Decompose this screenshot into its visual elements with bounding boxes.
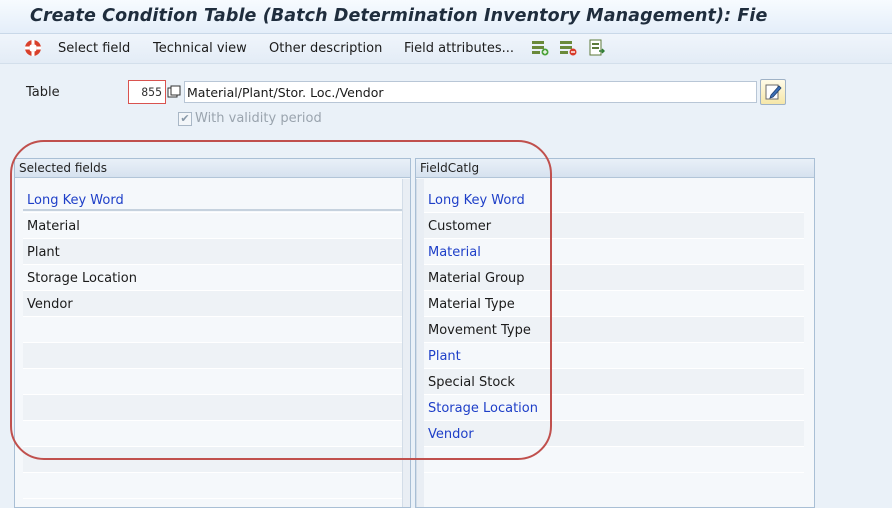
selected-fields-list: Long Key Word Material Plant Storage Loc… — [23, 187, 407, 499]
catalog-row-material-type[interactable]: Material Type — [424, 291, 804, 317]
empty-row — [23, 395, 407, 421]
empty-row — [23, 343, 407, 369]
selected-field-row[interactable]: Storage Location — [23, 265, 407, 291]
field-catalog-column-head: Long Key Word — [424, 187, 804, 213]
insert-row-icon[interactable] — [531, 39, 549, 57]
field-attributes-button[interactable]: Field attributes... — [404, 41, 514, 56]
column-head-divider — [23, 209, 404, 211]
selected-field-row[interactable]: Material — [23, 213, 407, 239]
title-bar: Create Condition Table (Batch Determinat… — [0, 0, 892, 34]
field-catalog-scrollbar[interactable] — [416, 179, 424, 507]
pencil-icon — [765, 84, 782, 100]
table-label: Table — [26, 85, 60, 100]
select-field-button[interactable]: Select field — [58, 41, 130, 56]
table-description-field[interactable]: Material/Plant/Stor. Loc./Vendor — [184, 81, 757, 103]
selected-fields-panel: Selected fields Long Key Word Material P… — [14, 158, 411, 508]
selected-fields-header: Selected fields — [15, 159, 410, 178]
catalog-row-storage-location[interactable]: Storage Location — [424, 395, 804, 421]
catalog-row-movement-type[interactable]: Movement Type — [424, 317, 804, 343]
window-title: Create Condition Table (Batch Determinat… — [30, 6, 768, 26]
catalog-row-vendor[interactable]: Vendor — [424, 421, 804, 447]
empty-row — [23, 369, 407, 395]
delete-row-icon[interactable] — [559, 39, 577, 57]
field-catalog-header: FieldCatlg — [416, 159, 814, 178]
content-area: Table 855 Material/Plant/Stor. Loc./Vend… — [0, 64, 892, 508]
catalog-row-special-stock[interactable]: Special Stock — [424, 369, 804, 395]
table-number-field[interactable]: 855 — [128, 80, 166, 104]
catalog-row-customer[interactable]: Customer — [424, 213, 804, 239]
validity-period-checkbox[interactable]: ✔ — [178, 112, 192, 126]
empty-row — [23, 447, 407, 473]
catalog-row-plant[interactable]: Plant — [424, 343, 804, 369]
empty-row — [23, 473, 407, 499]
export-table-icon[interactable] — [588, 39, 606, 57]
empty-row — [424, 447, 804, 473]
lifebuoy-icon[interactable] — [24, 39, 42, 57]
application-toolbar: Select field Technical view Other descri… — [0, 34, 892, 64]
technical-view-button[interactable]: Technical view — [153, 41, 247, 56]
empty-row — [23, 421, 407, 447]
selected-field-row[interactable]: Plant — [23, 239, 407, 265]
catalog-row-material[interactable]: Material — [424, 239, 804, 265]
field-catalog-panel: FieldCatlg Long Key Word Customer Materi… — [415, 158, 815, 508]
selected-field-row[interactable]: Vendor — [23, 291, 407, 317]
catalog-row-material-group[interactable]: Material Group — [424, 265, 804, 291]
selected-fields-scrollbar[interactable] — [402, 179, 410, 507]
edit-description-button[interactable] — [760, 79, 786, 105]
field-catalog-list: Long Key Word Customer Material Material… — [424, 187, 804, 473]
copy-icon[interactable] — [167, 85, 182, 99]
other-description-button[interactable]: Other description — [269, 41, 382, 56]
validity-period-label: With validity period — [195, 111, 322, 126]
empty-row — [23, 317, 407, 343]
